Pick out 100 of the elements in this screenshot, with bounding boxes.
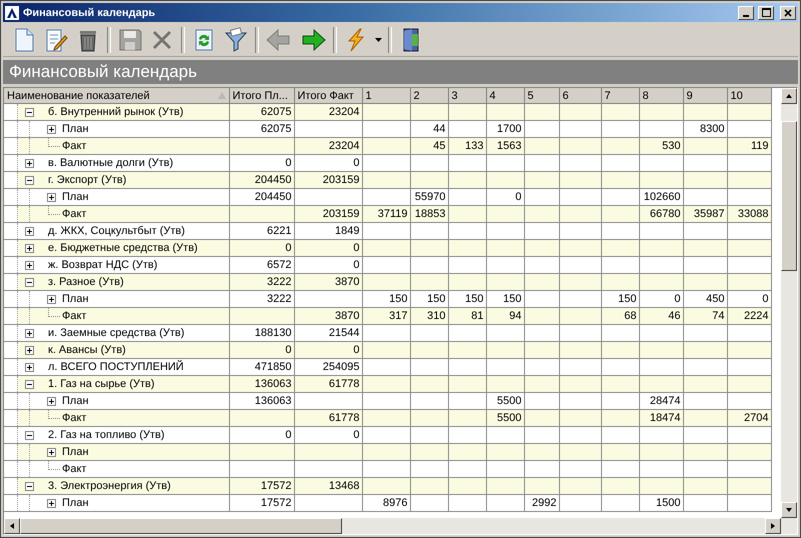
expand-icon[interactable] bbox=[46, 498, 56, 508]
collapse-icon[interactable] bbox=[24, 176, 34, 184]
column-header[interactable]: Итого Пл... bbox=[229, 88, 294, 104]
table-cell: 310 bbox=[427, 310, 446, 322]
expand-icon[interactable] bbox=[24, 362, 34, 372]
table-cell: 204450 bbox=[254, 191, 292, 203]
table-cell: 62075 bbox=[260, 106, 292, 118]
close-button[interactable] bbox=[780, 6, 796, 20]
table-cell: 0 bbox=[285, 429, 292, 441]
maximize-icon bbox=[762, 8, 770, 17]
row-label: е. Бюджетные средства (Утв) bbox=[47, 242, 198, 254]
expand-icon[interactable] bbox=[24, 328, 34, 338]
table-cell: 5500 bbox=[497, 395, 522, 407]
scroll-up-button[interactable] bbox=[781, 88, 797, 104]
table-cell: 2224 bbox=[744, 310, 768, 322]
column-header[interactable]: 9 bbox=[683, 88, 727, 104]
table-cell: 6221 bbox=[267, 225, 292, 237]
arrow-up-icon bbox=[785, 92, 793, 100]
expand-icon[interactable] bbox=[24, 260, 34, 270]
expand-icon[interactable] bbox=[46, 124, 56, 134]
table-cell: 2704 bbox=[744, 412, 768, 424]
collapse-icon[interactable] bbox=[24, 482, 34, 490]
table-cell: 62075 bbox=[260, 123, 292, 135]
table-cell: 46 bbox=[668, 310, 680, 322]
table-cell: 74 bbox=[712, 310, 724, 322]
row-label: 1. Газ на сырье (Утв) bbox=[47, 378, 155, 390]
maximize-button[interactable] bbox=[758, 6, 774, 20]
expand-icon[interactable] bbox=[46, 294, 56, 304]
table-cell: 45 bbox=[433, 140, 446, 152]
table-cell: 1700 bbox=[497, 123, 522, 135]
panel-title: Финансовый календарь bbox=[9, 62, 197, 82]
minimize-button[interactable] bbox=[738, 6, 754, 20]
table-cell: 0 bbox=[353, 242, 360, 254]
column-header[interactable]: 1 bbox=[362, 88, 410, 104]
table-cell: 102660 bbox=[644, 191, 680, 203]
row-label: ж. Возврат НДС (Утв) bbox=[47, 259, 158, 271]
table-cell: 1849 bbox=[335, 225, 360, 237]
expand-icon[interactable] bbox=[24, 346, 34, 354]
table-cell: 61778 bbox=[328, 412, 360, 424]
scroll-right-button[interactable] bbox=[765, 518, 781, 534]
table-cell: 119 bbox=[750, 140, 768, 152]
row-label: к. Авансы (Утв) bbox=[47, 344, 126, 356]
table-cell: 44 bbox=[433, 123, 446, 135]
filter-icon[interactable] bbox=[223, 27, 249, 53]
sort-arrow-icon bbox=[218, 92, 226, 99]
expand-icon[interactable] bbox=[24, 226, 34, 236]
tree-line bbox=[28, 495, 30, 511]
table-cell: 1563 bbox=[497, 140, 522, 152]
scroll-left-button[interactable] bbox=[4, 518, 20, 534]
table-cell: 35987 bbox=[694, 208, 724, 220]
table-cell: 450 bbox=[706, 293, 724, 305]
column-header[interactable]: 2 bbox=[410, 88, 448, 104]
table-cell: 5500 bbox=[497, 412, 522, 424]
row-label: 2. Газ на топливо (Утв) bbox=[47, 429, 165, 441]
scroll-thumb[interactable] bbox=[20, 518, 342, 534]
row-label: План bbox=[62, 395, 89, 407]
expand-icon[interactable] bbox=[46, 192, 56, 202]
table-cell: 1500 bbox=[656, 497, 680, 509]
collapse-icon[interactable] bbox=[24, 108, 34, 116]
table-cell: 254095 bbox=[322, 361, 360, 373]
scroll-down-button[interactable] bbox=[781, 502, 797, 518]
table-cell: 55970 bbox=[414, 191, 446, 203]
caret-icon[interactable] bbox=[375, 38, 382, 42]
expand-icon[interactable] bbox=[46, 396, 56, 406]
collapse-icon[interactable] bbox=[24, 430, 34, 440]
column-header[interactable]: 3 bbox=[448, 88, 486, 104]
column-header[interactable]: Наименование показателей bbox=[4, 88, 229, 104]
table-cell: 23204 bbox=[328, 106, 360, 118]
expand-icon[interactable] bbox=[46, 448, 56, 456]
column-header[interactable]: 4 bbox=[486, 88, 524, 104]
arrow-down-icon bbox=[785, 506, 793, 514]
column-header[interactable]: 10 bbox=[727, 88, 771, 104]
column-header[interactable]: 7 bbox=[601, 88, 639, 104]
table-cell: 18474 bbox=[650, 412, 680, 424]
vertical-scrollbar[interactable] bbox=[781, 88, 797, 518]
row-label: в. Валютные долги (Утв) bbox=[47, 157, 174, 169]
table-cell: 0 bbox=[353, 429, 360, 441]
row-label: д. ЖКХ, Соцкультбыт (Утв) bbox=[47, 225, 185, 237]
expand-icon[interactable] bbox=[24, 158, 34, 168]
column-header[interactable]: 8 bbox=[639, 88, 683, 104]
table-cell: 0 bbox=[285, 344, 292, 356]
minimize-icon bbox=[743, 14, 749, 16]
expand-icon[interactable] bbox=[24, 244, 34, 252]
table-cell: 23204 bbox=[328, 140, 360, 152]
column-header[interactable]: Итого Факт bbox=[294, 88, 362, 104]
column-header[interactable]: 6 bbox=[559, 88, 601, 104]
collapse-icon[interactable] bbox=[24, 278, 34, 286]
row-label: г. Экспорт (Утв) bbox=[47, 174, 126, 186]
column-header-label: Наименование показателей bbox=[7, 90, 150, 102]
table-cell: 0 bbox=[674, 293, 680, 305]
collapse-icon[interactable] bbox=[24, 380, 34, 388]
column-header[interactable]: 5 bbox=[524, 88, 559, 104]
row-label: План bbox=[62, 191, 89, 203]
table-cell: 17572 bbox=[260, 497, 292, 509]
row-label: План bbox=[62, 123, 89, 135]
table-cell: 0 bbox=[353, 157, 360, 169]
row-label: Факт bbox=[62, 412, 86, 424]
scroll-thumb[interactable] bbox=[781, 121, 797, 271]
table-cell: 0 bbox=[285, 242, 292, 254]
table-cell: 3222 bbox=[267, 276, 292, 288]
